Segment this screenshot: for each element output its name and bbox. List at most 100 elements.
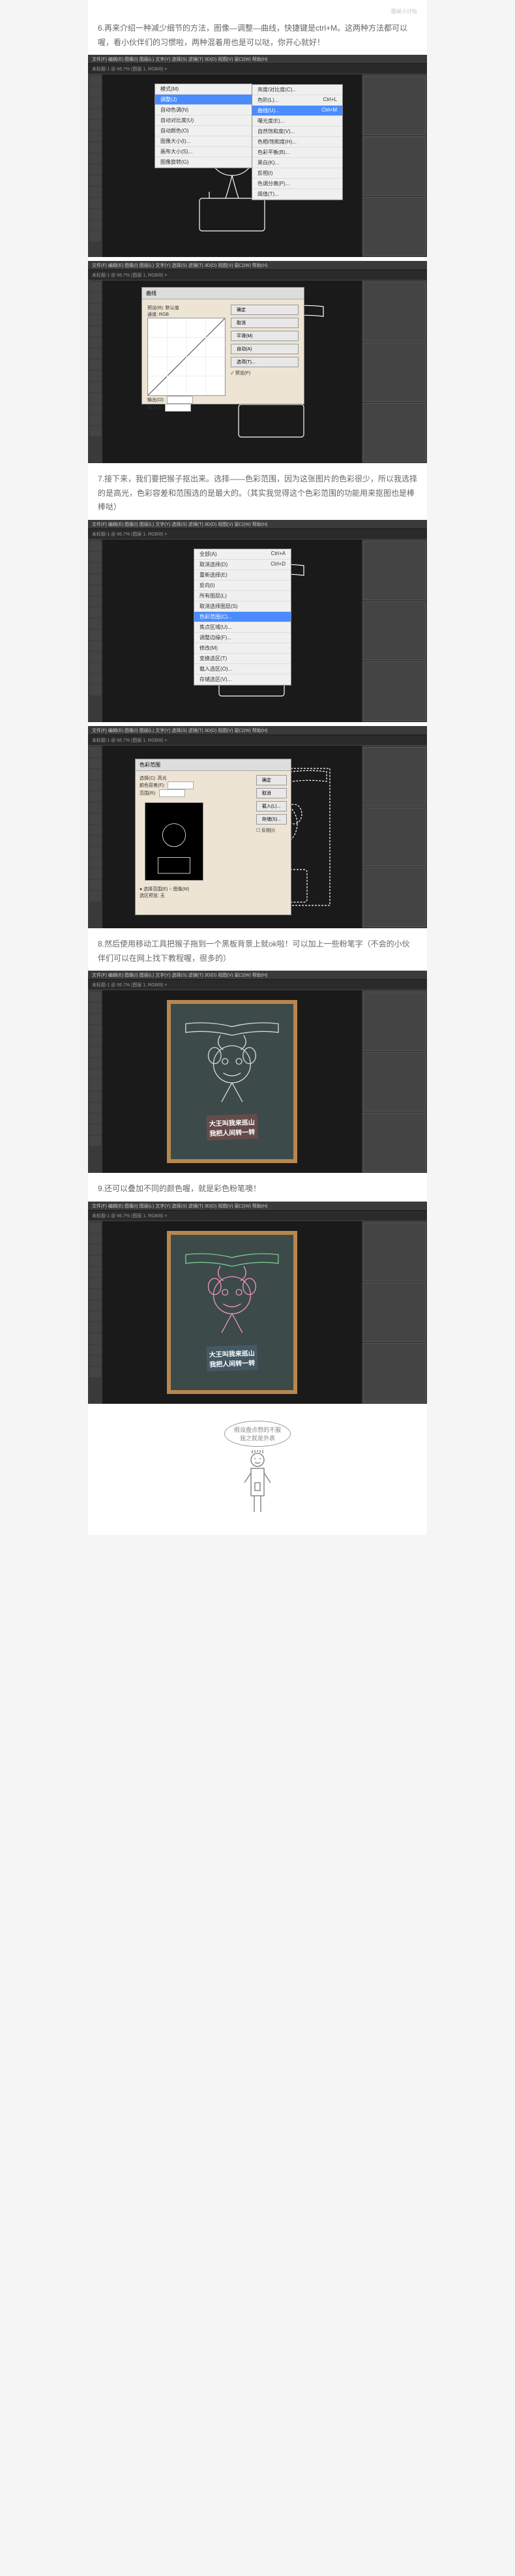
- tool-icon[interactable]: [89, 1267, 101, 1277]
- ps-panels[interactable]: [362, 1221, 427, 1404]
- ps-panels[interactable]: [362, 280, 427, 463]
- panel[interactable]: [363, 541, 426, 600]
- menu-item[interactable]: 画布大小(S)...: [155, 147, 252, 157]
- tool-icon[interactable]: [89, 1344, 101, 1355]
- menu-item[interactable]: 调整边缘(F)...: [194, 633, 291, 643]
- eyedropper-tool-icon[interactable]: [89, 131, 101, 142]
- tool-icon[interactable]: [89, 1036, 101, 1046]
- auto-button[interactable]: 自动(A): [231, 344, 299, 354]
- cancel-button[interactable]: 取消: [256, 788, 287, 798]
- tool-icon[interactable]: [89, 1114, 101, 1124]
- panel[interactable]: [363, 282, 426, 341]
- tool-icon[interactable]: [89, 574, 101, 584]
- smooth-button[interactable]: 平滑(M): [231, 331, 299, 341]
- tool-icon[interactable]: [89, 1300, 101, 1311]
- menu-item[interactable]: 修改(M): [194, 643, 291, 654]
- tool-icon[interactable]: [89, 813, 101, 824]
- panel[interactable]: [363, 1052, 426, 1112]
- tool-icon[interactable]: [89, 685, 101, 695]
- layers-panel[interactable]: [363, 868, 426, 927]
- tool-icon[interactable]: [89, 769, 101, 780]
- pen-tool-icon[interactable]: [89, 187, 101, 197]
- tool-icon[interactable]: [89, 629, 101, 640]
- marquee-tool-icon[interactable]: [89, 87, 101, 97]
- menu-item[interactable]: 变换选区(T): [194, 654, 291, 664]
- preview-radio[interactable]: ● 选择范围(E) ○ 图像(M): [140, 886, 248, 892]
- panel[interactable]: [363, 342, 426, 402]
- tool-icon[interactable]: [89, 1367, 101, 1377]
- tool-icon[interactable]: [89, 869, 101, 879]
- ps-canvas[interactable]: 大王叫我来巡山我把人间转一转: [102, 990, 362, 1173]
- tool-icon[interactable]: [89, 607, 101, 618]
- curves-graph[interactable]: [147, 318, 226, 396]
- wand-tool-icon[interactable]: [89, 109, 101, 119]
- menu-item[interactable]: 全部(A)Ctrl+A: [194, 549, 291, 560]
- tool-icon[interactable]: [89, 1222, 101, 1233]
- tool-icon[interactable]: [89, 326, 101, 337]
- tool-icon[interactable]: [89, 1322, 101, 1333]
- submenu-item[interactable]: 亮度/对比度(C)...: [252, 85, 342, 95]
- tool-icon[interactable]: [89, 359, 101, 370]
- menu-item[interactable]: 图像旋转(G): [155, 157, 252, 168]
- tool-icon[interactable]: [89, 1025, 101, 1035]
- tool-icon[interactable]: [89, 1091, 101, 1102]
- menu-item[interactable]: 自动对比度(U): [155, 115, 252, 126]
- options-button[interactable]: 选项(T)...: [231, 357, 299, 367]
- tool-icon[interactable]: [89, 663, 101, 673]
- eraser-tool-icon[interactable]: [89, 164, 101, 175]
- tool-icon[interactable]: [89, 1080, 101, 1091]
- ps-document-tab[interactable]: 未标题-1 @ 66.7% (图层 1, RGB/8) ×: [88, 64, 427, 74]
- tool-icon[interactable]: [89, 315, 101, 326]
- ps-document-tab[interactable]: 未标题-1 @ 66.7% (图层 1, RGB/8) ×: [88, 270, 427, 280]
- tool-icon[interactable]: [89, 1047, 101, 1057]
- submenu-item[interactable]: 自然饱和度(V)...: [252, 127, 342, 137]
- ps-panels[interactable]: [362, 990, 427, 1173]
- adjust-submenu[interactable]: 亮度/对比度(C)... 色阶(L)...Ctrl+L 曲线(U)...Ctrl…: [252, 84, 343, 200]
- panel[interactable]: [363, 76, 426, 135]
- ps-document-tab[interactable]: 未标题-1 @ 66.7% (图层 1, RGB/8) ×: [88, 1211, 427, 1221]
- ps-menubar[interactable]: 文件(F) 编辑(E) 图像(I) 图层(L) 文字(Y) 选择(S) 滤镜(T…: [88, 726, 427, 735]
- panel[interactable]: [363, 808, 426, 867]
- ps-menubar[interactable]: 文件(F) 编辑(E) 图像(I) 图层(L) 文字(Y) 选择(S) 滤镜(T…: [88, 1202, 427, 1211]
- tool-icon[interactable]: [89, 791, 101, 802]
- layers-panel[interactable]: [363, 1113, 426, 1172]
- ps-menubar[interactable]: 文件(F) 编辑(E) 图像(I) 图层(L) 文字(Y) 选择(S) 滤镜(T…: [88, 971, 427, 980]
- menu-item-adjust[interactable]: 调整(J): [155, 95, 252, 105]
- menu-item[interactable]: 图像大小(I)...: [155, 136, 252, 147]
- tool-icon[interactable]: [89, 652, 101, 662]
- tool-icon[interactable]: [89, 1245, 101, 1255]
- load-button[interactable]: 载入(L)...: [256, 801, 287, 811]
- submenu-item[interactable]: 反相(I): [252, 168, 342, 179]
- hand-tool-icon[interactable]: [89, 220, 101, 230]
- ps-toolbar[interactable]: [88, 539, 102, 722]
- tool-icon[interactable]: [89, 880, 101, 890]
- ps-menubar[interactable]: 文件(F) 编辑(E) 图像(I) 图层(L) 文字(Y) 选择(S) 滤镜(T…: [88, 55, 427, 64]
- tool-icon[interactable]: [89, 1356, 101, 1366]
- tool-icon[interactable]: [89, 1136, 101, 1146]
- layers-panel[interactable]: [363, 197, 426, 256]
- ps-canvas[interactable]: 模式(M) 调整(J) 自动色调(N) 自动对比度(U) 自动颜色(O) 图像大…: [102, 74, 362, 257]
- submenu-item[interactable]: 色相/饱和度(H)...: [252, 137, 342, 147]
- zoom-tool-icon[interactable]: [89, 231, 101, 241]
- tool-icon[interactable]: [89, 858, 101, 868]
- menu-item[interactable]: 存储选区(V)...: [194, 674, 291, 685]
- tool-icon[interactable]: [89, 1125, 101, 1135]
- invert-checkbox[interactable]: ☐ 反相(I): [256, 827, 287, 834]
- tool-icon[interactable]: [89, 836, 101, 846]
- tool-icon[interactable]: [89, 747, 101, 757]
- tool-icon[interactable]: [89, 1058, 101, 1068]
- lasso-tool-icon[interactable]: [89, 98, 101, 108]
- ps-canvas[interactable]: 全部(A)Ctrl+A 取消选择(D)Ctrl+D 重新选择(E) 反向(I) …: [102, 539, 362, 722]
- tool-icon[interactable]: [89, 404, 101, 414]
- tool-icon[interactable]: [89, 563, 101, 573]
- input-input[interactable]: [165, 404, 191, 412]
- tool-icon[interactable]: [89, 541, 101, 551]
- ok-button[interactable]: 确定: [256, 775, 287, 785]
- panel[interactable]: [363, 601, 426, 661]
- menu-item[interactable]: 反向(I): [194, 581, 291, 591]
- ps-menubar[interactable]: 文件(F) 编辑(E) 图像(I) 图层(L) 文字(Y) 选择(S) 滤镜(T…: [88, 520, 427, 529]
- color-range-dialog[interactable]: 色彩范围 选择(C): 高光 颜色容差(F): 范围(R): ● 选择范围(E)…: [135, 759, 291, 915]
- ps-canvas[interactable]: 大王叫我来巡山我把人间转一转: [102, 1221, 362, 1404]
- menu-item[interactable]: 焦点区域(U)...: [194, 622, 291, 633]
- submenu-item[interactable]: 色彩平衡(B)...: [252, 147, 342, 158]
